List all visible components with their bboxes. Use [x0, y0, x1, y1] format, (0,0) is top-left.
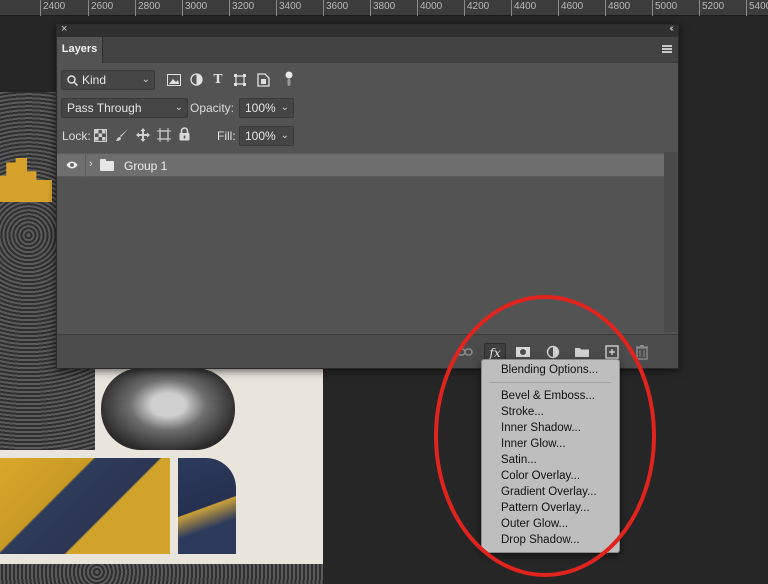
menu-item-satin[interactable]: Satin...	[482, 452, 619, 468]
ruler-tick: 3600	[323, 0, 348, 16]
layer-list-scrollbar[interactable]	[664, 152, 678, 332]
lock-all-icon[interactable]	[179, 127, 190, 141]
lock-position-icon[interactable]	[136, 128, 150, 142]
ruler-tick: 4600	[558, 0, 583, 16]
team-photo	[0, 458, 170, 554]
menu-item-outer-glow[interactable]: Outer Glow...	[482, 516, 619, 532]
layer-list: › Group 1	[57, 152, 664, 332]
ruler-tick: 3800	[370, 0, 395, 16]
lock-paint-icon[interactable]	[115, 128, 129, 142]
ruler-tick: 3000	[182, 0, 207, 16]
chevron-right-icon[interactable]: ›	[89, 158, 93, 170]
blend-mode-value: Pass Through	[67, 101, 142, 115]
panel-menu-icon[interactable]	[662, 45, 672, 53]
fill-label: Fill:	[217, 129, 236, 143]
tab-layers[interactable]: Layers	[57, 37, 103, 63]
menu-item-bevel-emboss[interactable]: Bevel & Emboss...	[482, 388, 619, 404]
ruler-tick: 2800	[135, 0, 160, 16]
shape-filter-icon[interactable]	[233, 73, 247, 87]
filter-kind-select[interactable]: Kind ⌄	[61, 70, 155, 90]
opacity-value: 100%	[245, 101, 276, 115]
eye-icon[interactable]	[66, 160, 78, 170]
folder-icon	[100, 159, 114, 171]
horizontal-ruler: 2400 2600 2800 3000 3200 3400 3600 3800 …	[0, 0, 768, 16]
image-filter-icon[interactable]	[167, 74, 181, 86]
fill-field[interactable]: 100% ⌄	[239, 126, 294, 146]
blend-row: Pass Through ⌄ Opacity: 100% ⌄	[57, 95, 678, 121]
collapse-panel-icon[interactable]: ‹‹	[669, 23, 673, 34]
type-filter-icon[interactable]: T	[211, 72, 225, 86]
blend-mode-select[interactable]: Pass Through ⌄	[61, 98, 188, 118]
menu-item-stroke[interactable]: Stroke...	[482, 404, 619, 420]
halftone-portrait-photo	[101, 368, 235, 450]
menu-item-inner-glow[interactable]: Inner Glow...	[482, 436, 619, 452]
menu-item-color-overlay[interactable]: Color Overlay...	[482, 468, 619, 484]
chevron-down-icon: ⌄	[141, 74, 150, 85]
layers-panel: × ‹‹ Layers Kind ⌄ T Pass Through ⌄ Opac…	[56, 23, 679, 369]
ruler-tick: 4200	[464, 0, 489, 16]
menu-item-drop-shadow[interactable]: Drop Shadow...	[482, 532, 619, 548]
ruler-tick: 4400	[511, 0, 536, 16]
ruler-tick: 3200	[229, 0, 254, 16]
ruler-tick: 4800	[605, 0, 630, 16]
lock-transparent-icon[interactable]	[94, 129, 107, 142]
lock-artboard-icon[interactable]	[157, 128, 171, 142]
trash-icon[interactable]	[633, 343, 651, 361]
menu-item-inner-shadow[interactable]: Inner Shadow...	[482, 420, 619, 436]
ruler-tick: 5000	[652, 0, 677, 16]
menu-item-pattern-overlay[interactable]: Pattern Overlay...	[482, 500, 619, 516]
menu-item-blending-options[interactable]: Blending Options...	[482, 362, 619, 378]
chevron-down-icon[interactable]: ⌄	[281, 99, 289, 117]
filter-kind-value: Kind	[82, 73, 107, 87]
ruler-tick: 4000	[417, 0, 442, 16]
ruler-tick: 5200	[699, 0, 724, 16]
opacity-field[interactable]: 100% ⌄	[239, 98, 294, 118]
panel-title-bar[interactable]: × ‹‹	[57, 23, 678, 37]
fill-value: 100%	[245, 129, 276, 143]
chevron-down-icon: ⌄	[174, 102, 183, 113]
menu-item-gradient-overlay[interactable]: Gradient Overlay...	[482, 484, 619, 500]
layer-name[interactable]: Group 1	[124, 154, 167, 178]
divider	[85, 154, 86, 178]
chevron-down-icon[interactable]: ⌄	[281, 127, 289, 145]
opacity-label: Opacity:	[190, 101, 235, 115]
ruler-tick: 2600	[88, 0, 113, 16]
adjustment-filter-icon[interactable]	[190, 73, 203, 86]
filter-row: Kind ⌄ T	[57, 67, 678, 93]
ruler-tick: 3400	[276, 0, 301, 16]
fx-dropdown-menu: Blending Options... Bevel & Emboss... St…	[481, 359, 620, 553]
lock-row: Lock: Fill: 100% ⌄	[57, 123, 678, 149]
layer-row-group-1[interactable]: › Group 1	[57, 153, 664, 178]
close-panel-icon[interactable]: ×	[61, 23, 67, 35]
link-layers-icon[interactable]	[456, 343, 474, 361]
menu-separator	[490, 382, 611, 383]
bottom-photo-strip	[0, 564, 323, 584]
ruler-tick: 2400	[40, 0, 65, 16]
smart-object-filter-icon[interactable]	[257, 73, 270, 87]
search-icon	[67, 75, 78, 86]
lock-label: Lock:	[62, 129, 91, 143]
filter-toggle-icon[interactable]	[285, 71, 293, 87]
navy-jersey-photo	[178, 458, 236, 554]
ruler-tick: 5400	[746, 0, 768, 16]
panel-tab-bar: Layers	[57, 37, 678, 63]
